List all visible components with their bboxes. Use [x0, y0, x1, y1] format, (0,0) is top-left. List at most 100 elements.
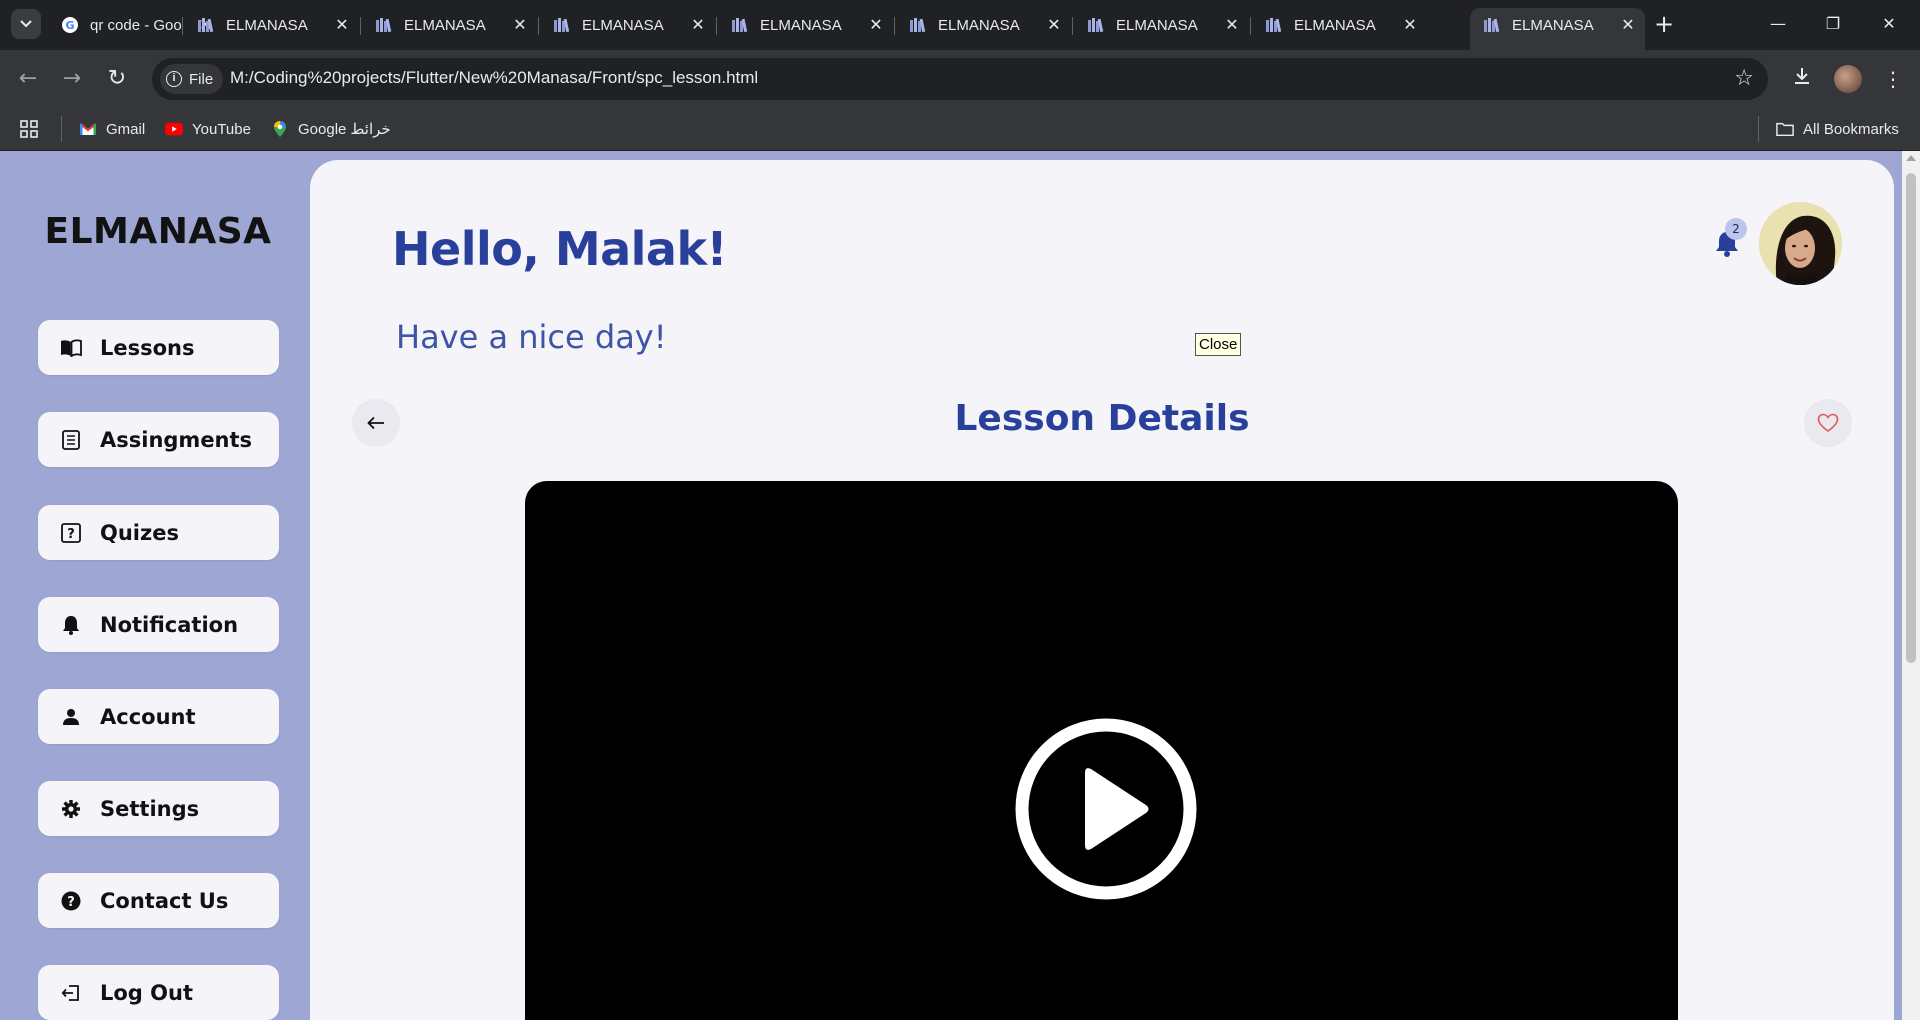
bookmark-maps[interactable]: Google خرائط [271, 116, 391, 142]
books-icon [374, 15, 394, 35]
sidebar-item-label: Lessons [100, 335, 195, 360]
back-arrow-icon[interactable]: ← [12, 63, 44, 95]
favorite-button[interactable] [1804, 399, 1852, 447]
forward-arrow-icon[interactable]: → [56, 63, 88, 95]
sidebar-item-label: Account [100, 704, 196, 729]
browser-tab[interactable]: ELMANASA ✕ [184, 8, 359, 42]
close-icon[interactable]: ✕ [331, 15, 353, 35]
tab-title: ELMANASA [582, 16, 664, 34]
books-icon [730, 15, 750, 35]
greeting-subtitle: Have a nice day! [396, 318, 667, 356]
more-menu-icon[interactable]: ⋮ [1876, 62, 1910, 96]
youtube-icon [165, 120, 183, 138]
browser-tab[interactable]: ELMANASA ✕ [718, 8, 893, 42]
browser-tab[interactable]: ELMANASA ✕ [1074, 8, 1249, 42]
profile-avatar[interactable] [1834, 65, 1862, 93]
close-icon[interactable]: ✕ [509, 15, 531, 35]
sidebar-item-label: Assingments [100, 427, 253, 452]
play-icon[interactable] [1015, 718, 1197, 900]
browser-tab[interactable]: ELMANASA ✕ [896, 8, 1071, 42]
sidebar-item-contact-us[interactable]: ? Contact Us [38, 873, 279, 928]
bookmark-divider [1758, 116, 1759, 142]
books-icon [1086, 15, 1106, 35]
new-tab-button[interactable]: + [1650, 11, 1678, 39]
browser-tab[interactable]: ELMANASA ✕ [540, 8, 715, 42]
svg-text:?: ? [67, 527, 75, 542]
tab-title: ELMANASA [1116, 16, 1198, 34]
chevron-down-icon [20, 20, 32, 28]
browser-tab-active[interactable]: ELMANASA ✕ [1470, 8, 1645, 50]
books-icon [908, 15, 928, 35]
sidebar-item-log-out[interactable]: Log Out [38, 965, 279, 1020]
close-icon[interactable]: ✕ [687, 15, 709, 35]
notification-badge: 2 [1725, 218, 1747, 240]
address-bar[interactable]: i File M:/Coding%20projects/Flutter/New%… [152, 58, 1768, 100]
sidebar-item-label: Log Out [100, 980, 193, 1005]
help-circle-icon: ? [60, 890, 82, 912]
books-icon [1482, 15, 1502, 35]
tab-title: ELMANASA [1512, 16, 1594, 34]
sidebar-item-settings[interactable]: Settings [38, 781, 279, 836]
apps-icon[interactable] [20, 116, 38, 142]
sidebar-item-lessons[interactable]: Lessons [38, 320, 279, 375]
tab-search-button[interactable] [11, 9, 41, 39]
tab-divider [1250, 17, 1251, 35]
browser-tab[interactable]: ELMANASA ✕ [362, 8, 537, 42]
maps-icon [271, 120, 289, 138]
svg-text:G: G [65, 19, 74, 32]
scroll-up-arrow-icon[interactable] [1906, 155, 1916, 161]
user-avatar[interactable] [1759, 202, 1842, 285]
tab-title: ELMANASA [226, 16, 308, 34]
video-player[interactable] [525, 481, 1678, 1020]
folder-icon [1776, 120, 1794, 138]
reload-icon[interactable]: ↻ [101, 63, 133, 95]
gear-icon [60, 798, 82, 820]
page-scrollbar[interactable] [1902, 151, 1920, 1020]
bookmark-label: Gmail [106, 120, 146, 138]
restore-button[interactable]: ❐ [1810, 8, 1856, 40]
brand-logo[interactable]: ELMANASA [0, 211, 316, 252]
bookmark-gmail[interactable]: Gmail [79, 116, 145, 142]
sidebar-item-label: Notification [100, 612, 239, 637]
scroll-thumb[interactable] [1906, 173, 1916, 663]
gmail-icon [79, 120, 97, 138]
close-icon[interactable]: ✕ [1399, 15, 1421, 35]
url-text[interactable]: M:/Coding%20projects/Flutter/New%20Manas… [230, 68, 758, 88]
logout-icon [60, 982, 82, 1004]
browser-tab[interactable]: ELMANASA ✕ [1252, 8, 1427, 42]
site-info-chip[interactable]: i File [160, 64, 224, 94]
tab-divider [182, 17, 183, 35]
bookmark-label: Google خرائط [298, 121, 391, 138]
greeting-title: Hello, Malak! [392, 222, 728, 276]
bookmark-divider [61, 116, 62, 142]
sidebar-item-assignments[interactable]: Assingments [38, 412, 279, 467]
sidebar-item-account[interactable]: Account [38, 689, 279, 744]
close-icon[interactable]: ✕ [1617, 15, 1639, 35]
tab-divider [1072, 17, 1073, 35]
minimize-button[interactable]: — [1755, 8, 1801, 40]
bookmark-youtube[interactable]: YouTube [165, 116, 251, 142]
sidebar-item-notification[interactable]: Notification [38, 597, 279, 652]
close-icon[interactable]: ✕ [865, 15, 887, 35]
list-icon [60, 429, 82, 451]
svg-text:?: ? [67, 895, 75, 910]
download-icon[interactable] [1785, 62, 1819, 96]
window-close-button[interactable]: ✕ [1866, 8, 1912, 40]
tab-divider [360, 17, 361, 35]
tab-strip: G qr code - Goo ✕ ELMANASA ✕ ELMANASA ✕ … [0, 0, 1920, 50]
all-bookmarks[interactable]: All Bookmarks [1776, 116, 1899, 142]
main-content: Hello, Malak! Have a nice day! Close 2 L… [310, 160, 1894, 1020]
info-icon: i [166, 71, 182, 87]
tab-divider [538, 17, 539, 35]
question-square-icon: ? [60, 522, 82, 544]
bookmark-star-icon[interactable]: ☆ [1734, 66, 1754, 92]
tab-title: ELMANASA [1294, 16, 1376, 34]
bookmarks-bar: Gmail YouTube Google خرائط All Bookmarks [0, 108, 1920, 151]
books-icon [552, 15, 572, 35]
tab-title: qr code - Goo [90, 16, 182, 34]
heart-icon [1817, 413, 1839, 432]
close-icon[interactable]: ✕ [1221, 15, 1243, 35]
sidebar-item-quizes[interactable]: ? Quizes [38, 505, 279, 560]
sidebar-item-label: Settings [100, 796, 200, 821]
close-icon[interactable]: ✕ [1043, 15, 1065, 35]
